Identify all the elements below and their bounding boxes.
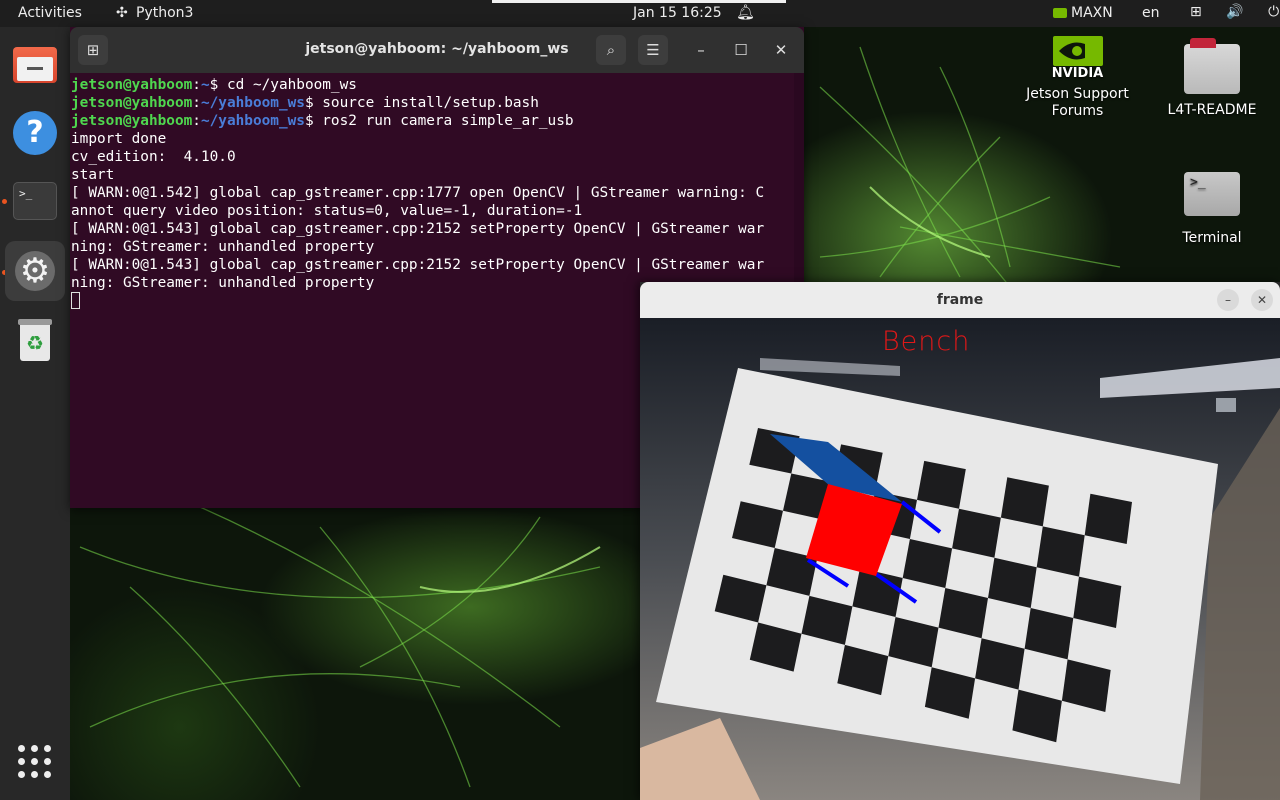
output-line: import done — [71, 131, 167, 147]
grid-dot — [31, 771, 38, 778]
power-mode-indicator[interactable]: MAXN — [1053, 5, 1113, 21]
close-icon[interactable]: ✕ — [766, 35, 796, 65]
app-menu[interactable]: ✣ Python3 — [116, 5, 193, 21]
show-applications-button[interactable] — [18, 745, 52, 779]
output-line: [ WARN:0@1.542] global cap_gstreamer.cpp… — [71, 185, 765, 201]
prompt-path: ~/yahboom_ws — [200, 113, 305, 129]
command-text: $ cd ~/yahboom_ws — [209, 77, 357, 93]
dock-settings[interactable]: ⚙ — [5, 241, 65, 301]
grid-dot — [31, 745, 38, 752]
terminal-line: jetson@yahboom:~$ cd ~/yahboom_ws — [71, 77, 357, 93]
prompt-user: jetson@yahboom — [71, 113, 193, 129]
top-bar: Activities ✣ Python3 Jan 15 16:25 🔔︎ MAXN… — [0, 0, 1280, 27]
files-icon — [13, 47, 57, 83]
language-indicator[interactable]: en — [1142, 5, 1160, 21]
python-app-icon: ✣ — [116, 5, 128, 21]
terminal-line: jetson@yahboom:~/yahboom_ws$ source inst… — [71, 95, 539, 111]
grid-dot — [18, 745, 25, 752]
dock-terminal[interactable]: >_ — [5, 171, 65, 231]
desktop-icon-label: Terminal — [1182, 230, 1242, 246]
command-text: $ ros2 run camera simple_ar_usb — [304, 113, 574, 129]
grid-dot — [44, 771, 51, 778]
grid-dot — [31, 758, 38, 765]
prompt-path: ~ — [200, 77, 210, 93]
desktop-icon-label: Jetson Support Forums — [1026, 86, 1129, 119]
maximize-icon[interactable]: ☐ — [726, 35, 756, 65]
trash-icon: ♻ — [18, 319, 52, 361]
desktop-icon-terminal[interactable]: >_ Terminal — [1160, 170, 1264, 248]
output-line: start — [71, 167, 115, 183]
grid-dot — [18, 758, 25, 765]
nvidia-logo-icon — [1053, 36, 1103, 66]
command-text: $ source install/setup.bash — [304, 95, 539, 111]
dock-trash[interactable]: ♻ — [5, 311, 65, 371]
desktop-icon-jetson-forums[interactable]: NVIDIA Jetson Support Forums — [1020, 34, 1135, 126]
detected-target-label: Bench — [882, 326, 971, 357]
dock-help[interactable]: ? — [5, 103, 65, 163]
output-line: [ WARN:0@1.543] global cap_gstreamer.cpp… — [71, 221, 765, 237]
close-icon[interactable]: ✕ — [1251, 289, 1273, 311]
frame-title: frame — [936, 292, 984, 308]
minimize-icon[interactable]: – — [1217, 289, 1239, 311]
terminal-titlebar[interactable]: ⊞ jetson@yahboom: ~/yahboom_ws ⌕ ☰ – ☐ ✕ — [70, 27, 804, 73]
app-menu-label: Python3 — [136, 5, 194, 21]
dock-files[interactable] — [5, 35, 65, 95]
help-icon: ? — [13, 111, 57, 155]
checker-square — [1084, 493, 1132, 544]
nvidia-brand: NVIDIA — [1051, 66, 1104, 81]
minimize-icon[interactable]: – — [686, 35, 716, 65]
nvidia-icon — [1053, 8, 1067, 18]
dock: ? >_ ⚙ ♻ — [0, 27, 70, 800]
bell-icon[interactable]: 🔔︎ — [736, 3, 755, 21]
search-icon[interactable]: ⌕ — [596, 35, 626, 65]
output-line: annot query video position: status=0, va… — [71, 203, 583, 219]
grid-dot — [44, 745, 51, 752]
gear-icon: ⚙ — [15, 251, 55, 291]
prompt-user: jetson@yahboom — [71, 95, 193, 111]
system-tray[interactable]: ⊞ 🔊 ⏻ — [1190, 4, 1280, 20]
output-line: cv_edition: 4.10.0 — [71, 149, 236, 165]
prompt-path: ~/yahboom_ws — [200, 95, 305, 111]
prompt-user: jetson@yahboom — [71, 77, 193, 93]
grid-dot — [44, 758, 51, 765]
power-mode-label: MAXN — [1071, 5, 1113, 21]
desktop-icon-l4t-readme[interactable]: L4T-README — [1160, 38, 1264, 120]
menu-icon[interactable]: ☰ — [638, 35, 668, 65]
folder-icon — [1184, 38, 1240, 94]
checker-square — [1000, 477, 1049, 527]
terminal-line: jetson@yahboom:~/yahboom_ws$ ros2 run ca… — [71, 113, 574, 129]
clock[interactable]: Jan 15 16:25 — [633, 5, 722, 21]
output-line: [ WARN:0@1.543] global cap_gstreamer.cpp… — [71, 257, 765, 273]
terminal-icon: >_ — [13, 182, 57, 220]
text-cursor — [71, 292, 80, 309]
frame-window[interactable]: frame – ✕ Bench — [640, 282, 1280, 800]
grid-dot — [18, 771, 25, 778]
desktop-icon-label: L4T-README — [1167, 102, 1257, 118]
frame-titlebar[interactable]: frame – ✕ — [640, 282, 1280, 318]
output-line: ning: GStreamer: unhandled property — [71, 239, 375, 255]
camera-view — [640, 318, 1280, 800]
activities-button[interactable]: Activities — [18, 5, 82, 21]
terminal-icon: >_ — [1184, 172, 1240, 216]
